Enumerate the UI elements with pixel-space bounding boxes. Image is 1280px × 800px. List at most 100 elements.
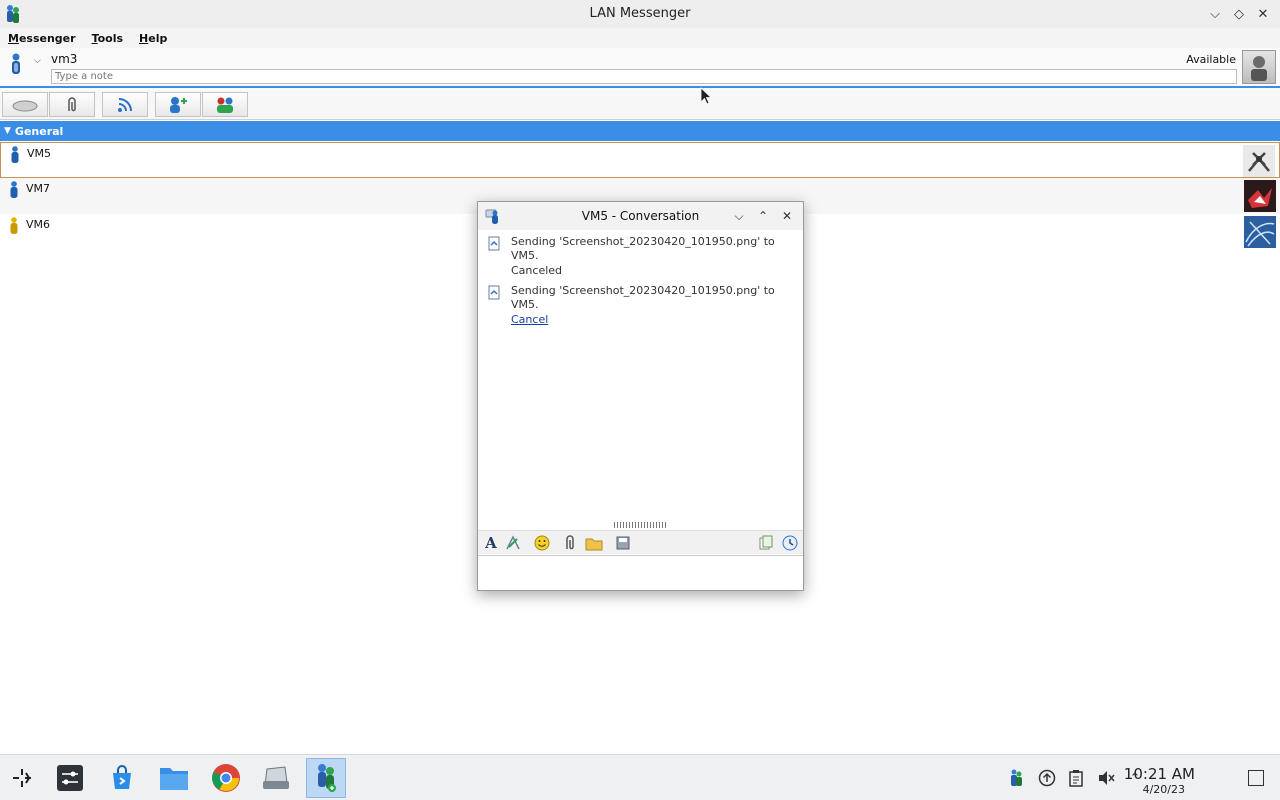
transfer-status: Canceled: [511, 264, 563, 277]
taskbar-lan-messenger[interactable]: [306, 758, 346, 798]
lan-messenger-tray-icon: [1011, 769, 1022, 786]
save-icon: [616, 536, 630, 550]
font-icon: A: [485, 534, 497, 552]
conversation-toolbar: A: [478, 530, 803, 554]
main-toolbar: [0, 90, 1280, 120]
tray-lan-messenger[interactable]: [1006, 769, 1026, 787]
rss-button[interactable]: [102, 92, 148, 117]
paperclip-icon: [566, 535, 574, 550]
volume-muted-icon: [1099, 771, 1115, 785]
broadcast-button[interactable]: [2, 92, 48, 117]
history-icon: [782, 535, 798, 551]
rss-icon: [118, 97, 132, 112]
folder-icon: [160, 768, 188, 790]
contact-name: VM6: [26, 218, 51, 231]
conversation-close-button[interactable]: ✕: [777, 207, 797, 225]
file-transfer-icon: [488, 236, 500, 251]
contact-status-icon: [11, 146, 19, 163]
menu-tools[interactable]: Tools: [92, 32, 123, 45]
group-name: General: [14, 124, 64, 138]
add-user-icon: [170, 96, 187, 113]
copy-button[interactable]: [757, 534, 775, 552]
maximize-button[interactable]: ◇: [1228, 4, 1250, 24]
availability-status: Available: [1186, 53, 1236, 66]
contact-name: VM5: [27, 147, 52, 160]
conversation-maximize-button[interactable]: ⌃: [753, 207, 773, 225]
message-text: Sending 'Screenshot_20230420_101950.png'…: [511, 284, 775, 311]
clock-time[interactable]: 10:21 AM: [1124, 765, 1195, 783]
folder-icon: [585, 538, 603, 551]
menu-messenger[interactable]: Messenger: [8, 32, 76, 45]
group-header[interactable]: ▼ General: [0, 121, 1280, 141]
minimize-button[interactable]: ⌵: [1204, 4, 1226, 24]
conversation-window: VM5 - Conversation ⌵ ⌃ ✕ Sending 'Screen…: [477, 201, 804, 591]
close-button[interactable]: ✕: [1252, 4, 1274, 24]
message-text: Sending 'Screenshot_20230420_101950.png'…: [511, 235, 775, 262]
splitter-handle[interactable]: [614, 522, 668, 528]
tray-clipboard[interactable]: [1066, 769, 1086, 787]
clipboard-icon: [1069, 770, 1083, 787]
contact-name: VM7: [26, 182, 51, 195]
font-button[interactable]: A: [482, 534, 500, 552]
update-icon: [1038, 769, 1056, 787]
window-title: LAN Messenger: [589, 6, 691, 21]
conversation-minimize-button[interactable]: ⌵: [729, 207, 749, 225]
emoticon-button[interactable]: [533, 534, 551, 552]
taskbar: ⌃ 10:21 AM 4/20/23: [0, 754, 1280, 800]
save-button[interactable]: [614, 534, 632, 552]
avatar[interactable]: [1242, 50, 1276, 84]
taskbar-scanner[interactable]: [256, 758, 296, 798]
send-file-button[interactable]: [561, 534, 579, 552]
taskbar-discover[interactable]: [102, 758, 142, 798]
contact-status-icon: [10, 217, 18, 234]
store-bag-icon: [113, 765, 131, 789]
group-chat-button[interactable]: [202, 92, 248, 117]
user-name: vm3: [51, 52, 78, 66]
file-transfer-icon: [488, 285, 500, 300]
group-users-icon: [217, 97, 233, 113]
taskbar-system-settings[interactable]: [50, 758, 90, 798]
launcher-icon: [13, 769, 31, 787]
font-color-button[interactable]: [504, 534, 522, 552]
smiley-icon: [534, 535, 550, 551]
paperclip-icon: [68, 96, 76, 111]
scanner-icon: [263, 766, 289, 789]
clock-date[interactable]: 4/20/23: [1143, 783, 1185, 796]
copy-icon: [759, 535, 773, 550]
send-folder-button[interactable]: [585, 534, 603, 552]
title-bar: LAN Messenger ⌵ ◇ ✕: [0, 0, 1280, 28]
chrome-icon: [212, 764, 240, 792]
taskbar-chrome[interactable]: [206, 758, 246, 798]
app-launcher-button[interactable]: [2, 758, 42, 798]
menu-help[interactable]: Help: [139, 32, 167, 45]
lan-messenger-icon: [318, 764, 336, 792]
user-status-panel: ⌵ vm3 Available: [0, 48, 1280, 88]
menu-bar: Messenger Tools Help: [0, 28, 1280, 48]
collapse-triangle-icon: ▼: [4, 126, 11, 136]
contact-vm5[interactable]: VM5: [0, 142, 1280, 178]
contact-avatar-icon: [1244, 180, 1276, 212]
settings-icon: [57, 765, 83, 791]
tray-volume[interactable]: [1096, 769, 1116, 787]
contact-status-icon: [10, 181, 18, 198]
cancel-transfer-link[interactable]: Cancel: [511, 313, 548, 326]
history-button[interactable]: [781, 534, 799, 552]
status-person-icon[interactable]: [9, 53, 23, 75]
taskbar-file-manager[interactable]: [154, 758, 194, 798]
message-input[interactable]: [478, 555, 803, 590]
conversation-title-bar: VM5 - Conversation ⌵ ⌃ ✕: [478, 202, 803, 230]
message-item: Sending 'Screenshot_20230420_101950.png'…: [488, 235, 793, 278]
user-avatar-icon: [1251, 56, 1267, 81]
add-contact-button[interactable]: [155, 92, 201, 117]
transfers-button[interactable]: [49, 92, 95, 117]
status-dropdown-chevron-icon[interactable]: ⌵: [34, 56, 41, 66]
contact-avatar-icon: [1244, 216, 1276, 248]
mouse-cursor-icon: [700, 87, 712, 105]
tray-updates[interactable]: [1037, 769, 1057, 787]
note-input[interactable]: [51, 69, 1237, 84]
font-color-icon: [506, 535, 520, 550]
message-item: Sending 'Screenshot_20230420_101950.png'…: [488, 284, 793, 327]
broadcast-icon: [12, 100, 38, 111]
contact-avatar-icon: [1243, 145, 1275, 177]
show-desktop-button[interactable]: [1248, 770, 1264, 786]
